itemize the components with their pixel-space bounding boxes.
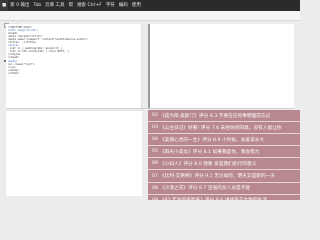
list-item-number: 08 xyxy=(152,185,158,191)
list-item-text: 《美丽心灵的一生》评分 8.9 小时候，总爱说长大 xyxy=(159,137,265,143)
list-item: 06 《小妇人》评分 8.0 我要 爱是我们此行的意义 xyxy=(148,158,300,171)
preview-list: 02 《成为简·奥斯汀》评分 8.3 不要在任何事物面前忘记 03 《公主日记》好看!… xyxy=(148,110,300,200)
menu-item[interactable]: 新 0 输出 xyxy=(8,0,31,11)
list-item-text: 《小妇人》评分 8.0 我要 爱是我们此行的意义 xyxy=(159,161,257,167)
list-item-text: 《阳光小美女》评分 8.1 如果我是你，我会努力 xyxy=(159,149,260,155)
menu-item[interactable]: 帮 xyxy=(67,0,76,11)
list-item: 04 《美丽心灵的一生》评分 8.9 小时候，总爱说长大 xyxy=(148,134,300,147)
preview-pane-top xyxy=(148,24,294,108)
menu-item[interactable]: Tab xyxy=(32,0,44,11)
list-item-text: 《沙漠之花》评分 8.7 坚强的女人总是不能 xyxy=(159,186,251,192)
code-line: </html> xyxy=(8,71,19,75)
list-item-number: 07 xyxy=(152,173,158,179)
console-pane xyxy=(6,110,142,196)
list-item-number: 05 xyxy=(152,149,158,155)
list-item: 08 《沙漠之花》评分 8.7 坚强的女人总是不能 xyxy=(148,183,300,195)
list-item: 07 《比利·艾略特》评分 9.1 无论如何，明天又是新的一天 xyxy=(148,170,300,183)
list-item: 02 《成为简·奥斯汀》评分 8.3 不要在任何事物面前忘记 xyxy=(148,110,300,123)
fold-marker[interactable] xyxy=(4,60,6,62)
list-item-number: 03 xyxy=(152,125,158,131)
toolbar xyxy=(0,11,300,28)
list-item-number: 06 xyxy=(152,161,158,167)
menu-item[interactable]: 字符 xyxy=(104,0,117,11)
list-item-number: 04 xyxy=(152,137,158,143)
menu-item[interactable]: 使用 xyxy=(130,0,143,11)
list-item: 03 《公主日记》好看! 评分 7.6 未经你的同意，没有人能让你 xyxy=(148,122,300,135)
list-item: 05 《阳光小美女》评分 8.1 如果我是你，我会努力 xyxy=(148,146,300,159)
list-item-text: 《公主日记》好看! 评分 7.6 未经你的同意，没有人能让你 xyxy=(159,125,282,131)
list-item: 09《82 年生的金智英》评分 8.6 讲述平凡女性的生活 xyxy=(148,195,300,200)
menu-item[interactable]: 云库 工具 xyxy=(43,0,66,11)
list-item-text: 《82 年生的金智英》评分 8.6 讲述平凡女性的生活 xyxy=(160,197,267,200)
menu-item[interactable]: ■ xyxy=(0,0,9,11)
menu-item[interactable]: 编码 xyxy=(117,0,130,11)
edit-icon[interactable] xyxy=(12,13,17,28)
code-editor[interactable]: <!DOCTYPE html> <html lang="zh-CN"> <head>… xyxy=(8,26,138,75)
pane-divider[interactable] xyxy=(6,108,294,109)
list-item-text: 《比利·艾略特》评分 9.1 无论如何，明天又是新的一天 xyxy=(159,174,276,180)
list-item-number: 09 xyxy=(152,198,158,200)
list-item-text: 《成为简·奥斯汀》评分 8.3 不要在任何事物面前忘记 xyxy=(159,113,271,119)
list-item-number: 02 xyxy=(152,113,158,119)
file-icon[interactable] xyxy=(4,13,9,28)
menu-item[interactable]: 搜索 Ctrl+F xyxy=(75,0,104,11)
top-menu-bar: ■ 新 0 输出 Tab 云库 工具帮搜索 Ctrl+F 字符 编码 使用 xyxy=(0,0,300,11)
